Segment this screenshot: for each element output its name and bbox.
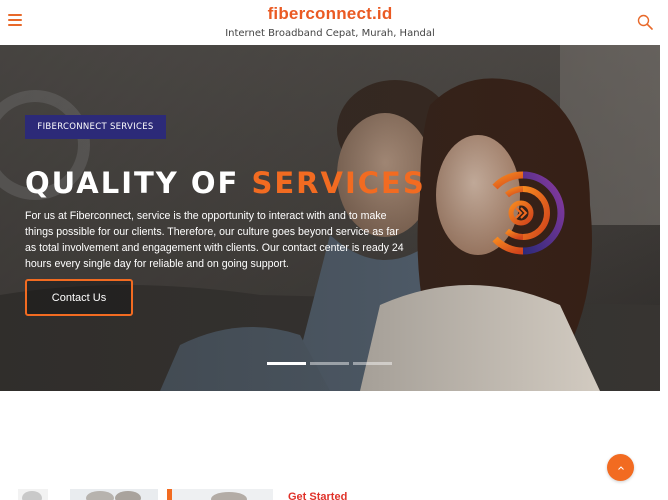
search-icon[interactable]: [637, 14, 653, 30]
site-header: fiberconnect.id Internet Broadband Cepat…: [0, 0, 668, 45]
fiberconnect-signal-logo-icon: [492, 171, 565, 255]
chevron-up-icon: [617, 465, 624, 470]
contact-us-button[interactable]: Contact Us: [25, 279, 133, 316]
scroll-to-top-button[interactable]: [607, 454, 634, 481]
brand: fiberconnect.id Internet Broadband Cepat…: [0, 4, 660, 39]
slider-pagination: [267, 362, 392, 365]
site-logo-text[interactable]: fiberconnect.id: [0, 4, 660, 24]
site-tagline: Internet Broadband Cepat, Murah, Handal: [225, 28, 435, 39]
slider-dot-1[interactable]: [267, 362, 306, 365]
slider-dot-3[interactable]: [353, 362, 392, 365]
hero-description: For us at Fiberconnect, service is the o…: [25, 210, 404, 270]
hero-slider: FIBERCONNECT SERVICES QUALITY OF SERVICE…: [0, 45, 660, 391]
service-image-1: [18, 489, 48, 500]
hero-title: QUALITY OF SERVICES: [25, 166, 426, 200]
service-image-2: [70, 489, 158, 500]
slider-dot-2[interactable]: [310, 362, 349, 365]
hero-badge: FIBERCONNECT SERVICES: [25, 115, 166, 139]
hero-title-accent: SERVICES: [251, 166, 426, 200]
get-started-heading: Get Started: [288, 491, 348, 500]
hero-title-main: QUALITY OF: [25, 166, 252, 200]
service-image-3: [167, 489, 273, 500]
